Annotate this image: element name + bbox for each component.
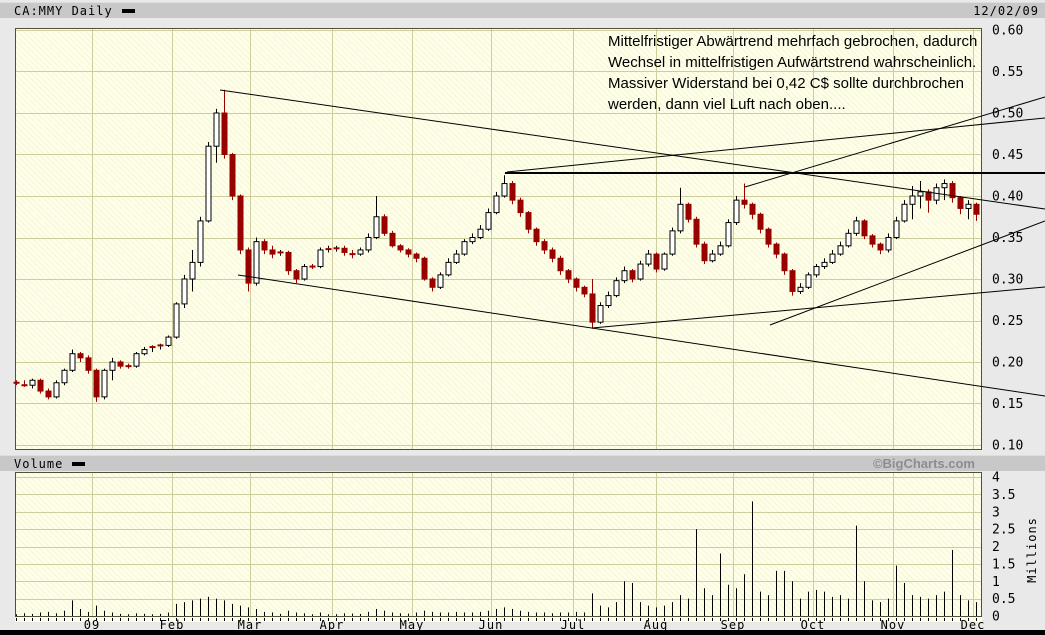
volume-axis-label: 2.5 xyxy=(992,523,1015,538)
annotation-line: Wechsel in mittelfristigen Aufwärtstrend… xyxy=(608,52,988,73)
price-panel-header: CA:MMY Daily 12/02/09 xyxy=(0,2,1045,18)
axis-labels: 0.60 0.55 0.50 0.45 0.40 0.35 0.30 0.25 0.20 0.15… xyxy=(992,24,1023,625)
volume-axis-label: 2 xyxy=(992,540,1000,555)
price-axis-label: 0.50 xyxy=(992,107,1023,122)
annotation-line: Massiver Widerstand bei 0,42 C$ sollte d… xyxy=(608,73,988,94)
price-axis-label: 0.10 xyxy=(992,439,1023,454)
price-series-legend-dash-icon xyxy=(122,9,135,13)
bigcharts-chart-screenshot: CA:MMY Daily 12/02/09 Mittelfristiger Ab… xyxy=(0,0,1045,635)
bottom-black-bar xyxy=(0,630,1045,635)
volume-panel-header: Volume ©BigCharts.com xyxy=(0,455,1045,471)
price-axis-label: 0.35 xyxy=(992,231,1023,246)
volume-axis-label: 1 xyxy=(992,575,1000,590)
symbol-interval-label: CA:MMY Daily xyxy=(14,4,113,18)
volume-axis-label: 3.5 xyxy=(992,488,1015,503)
price-axis-label: 0.40 xyxy=(992,190,1023,205)
annotation-line: Mittelfristiger Abwärtrend mehrfach gebr… xyxy=(608,31,988,52)
price-axis-label: 0.30 xyxy=(992,273,1023,288)
volume-axis-label: 1.5 xyxy=(992,557,1015,572)
volume-series-legend-dash-icon xyxy=(72,462,85,466)
volume-axis-label: 4 xyxy=(992,471,1000,486)
annotation-line: werden, dann viel Luft nach oben.... xyxy=(608,94,988,115)
price-axis-label: 0.60 xyxy=(992,24,1023,39)
date-axis-labels: 09FebMarAprMayJunJulAugSepOctNovDec xyxy=(0,618,1045,630)
bigcharts-copyright: ©BigCharts.com xyxy=(873,456,975,471)
volume-axis-unit: Millions xyxy=(1025,510,1039,590)
price-axis-label: 0.15 xyxy=(992,397,1023,412)
price-axis-label: 0.20 xyxy=(992,356,1023,371)
volume-chart-panel xyxy=(15,472,982,617)
price-axis-label: 0.55 xyxy=(992,65,1023,80)
analyst-annotation: Mittelfristiger Abwärtrend mehrfach gebr… xyxy=(608,31,988,115)
as-of-date: 12/02/09 xyxy=(973,4,1039,18)
volume-label: Volume xyxy=(14,457,63,471)
price-axis-label: 0.45 xyxy=(992,148,1023,163)
volume-axis-label: 3 xyxy=(992,505,1000,520)
volume-axis-label: 0.5 xyxy=(992,592,1015,607)
price-axis-label: 0.25 xyxy=(992,314,1023,329)
